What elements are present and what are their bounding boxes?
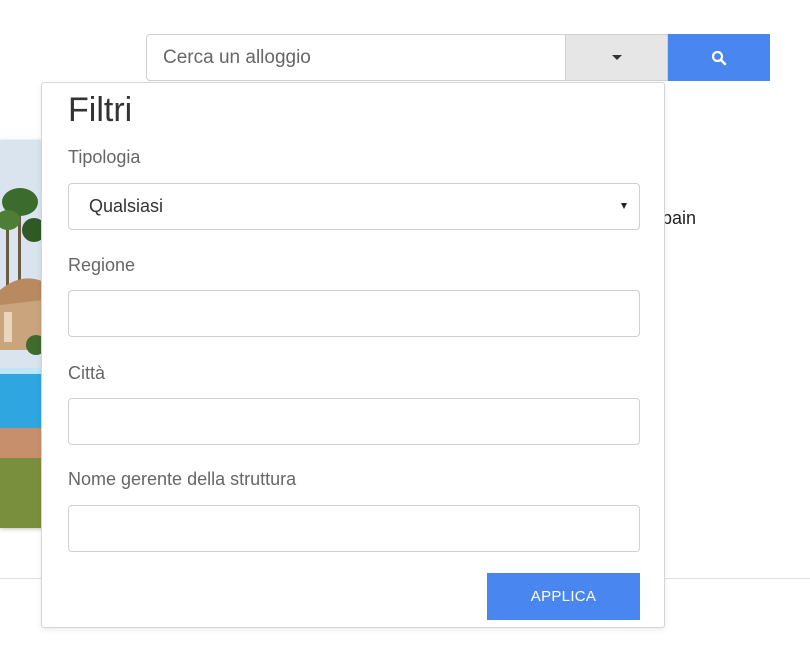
city-input[interactable] bbox=[68, 398, 640, 445]
filter-panel: Filtri Tipologia Qualsiasi Regione Città… bbox=[41, 82, 665, 628]
filter-panel-title: Filtri bbox=[68, 91, 133, 129]
search-input[interactable] bbox=[146, 34, 566, 81]
manager-name-label: Nome gerente della struttura bbox=[68, 469, 297, 489]
page: , Spain Filtri Tipologia Qualsiasi Regio… bbox=[0, 0, 810, 654]
apply-button[interactable]: APPLICA bbox=[487, 573, 640, 620]
city-label: Città bbox=[68, 363, 106, 383]
select-arrow-icon bbox=[621, 203, 627, 209]
listing-photo bbox=[0, 140, 44, 528]
search-button[interactable] bbox=[668, 34, 770, 81]
search-icon bbox=[711, 50, 727, 65]
type-select[interactable]: Qualsiasi bbox=[68, 183, 640, 230]
region-label: Regione bbox=[68, 255, 136, 275]
type-label: Tipologia bbox=[68, 147, 141, 167]
region-input[interactable] bbox=[68, 290, 640, 337]
manager-name-input[interactable] bbox=[68, 505, 640, 552]
listing-image[interactable] bbox=[0, 140, 44, 528]
type-select-value: Qualsiasi bbox=[89, 196, 164, 216]
filter-dropdown-toggle[interactable] bbox=[566, 34, 668, 81]
caret-down-icon bbox=[611, 55, 622, 60]
